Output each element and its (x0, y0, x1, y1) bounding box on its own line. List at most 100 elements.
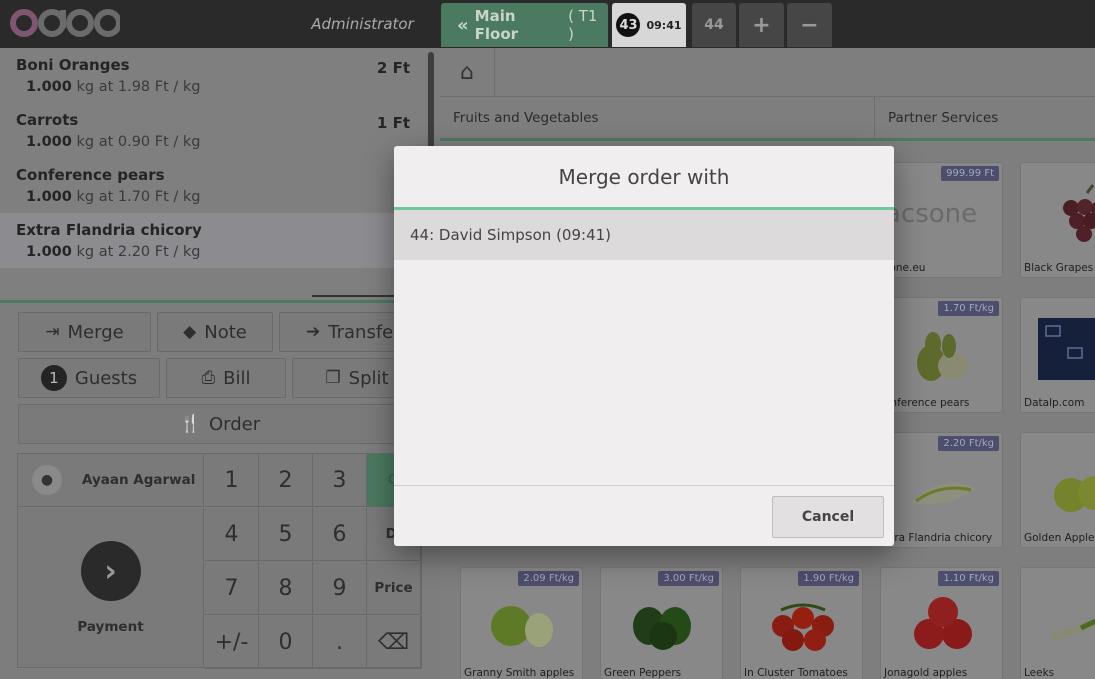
dialog-footer: Cancel (394, 485, 894, 546)
jonagold-image (914, 597, 972, 649)
order-line[interactable]: Boni Oranges 2 Ft 1.000 kg at 1.98 Ft / … (0, 48, 426, 103)
home-icon[interactable]: ⌂ (440, 48, 495, 96)
cashier-name[interactable]: Administrator (300, 15, 425, 33)
acsone-logo: acsone (885, 199, 978, 229)
product-datalp[interactable]: Datalp.com (1020, 297, 1095, 413)
pears-image (917, 332, 968, 381)
product-flandria-chicory[interactable]: 2.20 Ft/kg xtra Flandria chicory (880, 432, 1003, 548)
product-name: xtra Flandria chicory (884, 532, 993, 544)
order-tab-44[interactable]: 44 (692, 3, 736, 47)
product-name: Jonagold apples (884, 667, 968, 679)
order-tab-43[interactable]: 43 09:41 (612, 3, 686, 47)
payment-button[interactable]: › Payment (18, 508, 204, 668)
floor-name: Main Floor (474, 7, 519, 43)
numpad-key-1[interactable]: 1 (205, 454, 259, 507)
remove-order-button[interactable]: − (787, 3, 832, 47)
merge-label: Merge (67, 321, 124, 343)
add-order-button[interactable]: + (739, 3, 784, 47)
product-conference-pears[interactable]: 1.70 Ft/kg onference pears (880, 297, 1003, 413)
note-label: Note (204, 321, 247, 343)
price-tag: 2.20 Ft/kg (938, 436, 999, 451)
price-tag: 999.99 Ft (941, 166, 999, 181)
price-tag: 1.10 Ft/kg (938, 571, 999, 586)
transfer-label: Transfer (328, 321, 401, 343)
numpad-key-2[interactable]: 2 (259, 454, 313, 507)
double-chevron-left-icon: « (457, 14, 469, 36)
numpad-key-3[interactable]: 3 (313, 454, 367, 507)
order-line-name: Extra Flandria chicory (16, 221, 202, 239)
numpad-key-7[interactable]: 7 (205, 562, 259, 615)
order-line-info: 1.000 kg at 1.98 Ft / kg (16, 79, 410, 95)
order-line-qty: 1.000 (26, 134, 72, 150)
backspace-icon[interactable]: ⌫ (367, 616, 421, 669)
product-jonagold[interactable]: 1.10 Ft/kg Jonagold apples (880, 567, 1003, 679)
guests-label: Guests (74, 367, 138, 389)
order-line-selected[interactable]: Extra Flandria chicory 2 1.000 kg at 2.2… (0, 213, 426, 268)
product-black-grapes[interactable]: 4. Black Grapes (1020, 162, 1095, 278)
order-line[interactable]: Conference pears 2 1.000 kg at 1.70 Ft /… (0, 158, 426, 213)
user-icon: ● (32, 465, 62, 495)
product-cluster-tomatoes[interactable]: 1.90 Ft/kg In Cluster Tomatoes (740, 567, 863, 679)
product-name: Datalp.com (1024, 397, 1085, 409)
copy-icon: ❐ (325, 368, 341, 388)
order-line-unit-price: kg at 0.90 Ft / kg (76, 134, 201, 150)
order-list-divider (0, 300, 440, 303)
product-acsone[interactable]: 999.99 Ft acsone sone.eu (880, 162, 1003, 278)
green-peppers-image (633, 607, 691, 650)
merge-order-dialog: Merge order with 44: David Simpson (09:4… (394, 146, 894, 546)
top-bar: Administrator « Main Floor ( T1 ) 43 09:… (0, 0, 1095, 48)
order-line[interactable]: Carrots 1 Ft 1.000 kg at 0.90 Ft / kg (0, 103, 426, 158)
order-time: 09:41 (646, 18, 682, 32)
category-partner-services[interactable]: Partner Services (875, 97, 1095, 139)
guests-button[interactable]: 1 Guests (18, 358, 160, 398)
note-button[interactable]: ◆ Note (157, 312, 273, 352)
numpad-key-9[interactable]: 9 (313, 562, 367, 615)
summary-divider (312, 295, 396, 297)
product-name: Granny Smith apples (464, 667, 575, 679)
merge-button[interactable]: ⇥ Merge (18, 312, 151, 352)
merge-arrow-icon: ⇥ (45, 322, 60, 342)
price-tag: 2.09 Ft/kg (518, 571, 579, 586)
numpad-area: ● Ayaan Agarwal › Payment 1 2 3 Q 4 5 6 … (17, 453, 422, 669)
category-fruits-vegetables[interactable]: Fruits and Vegetables (440, 97, 875, 139)
bill-button[interactable]: ⎙ Bill (166, 358, 286, 398)
dialog-title: Merge order with (394, 146, 894, 210)
tomatoes-image (772, 603, 834, 651)
order-button[interactable]: 🍴 Order (18, 404, 422, 444)
numpad-key-5[interactable]: 5 (259, 508, 313, 561)
product-golden-apples[interactable]: 1. Golden Apples (1020, 432, 1095, 548)
back-to-floor-button[interactable]: « Main Floor ( T1 ) (441, 3, 608, 47)
leeks-image (1049, 618, 1095, 642)
order-line-qty: 1.000 (26, 189, 72, 205)
numpad-key-8[interactable]: 8 (259, 562, 313, 615)
order-line-name: Conference pears (16, 166, 165, 184)
customer-button[interactable]: ● Ayaan Agarwal (18, 454, 204, 507)
price-tag: 1.70 Ft/kg (938, 301, 999, 316)
table-name: ( T1 ) (568, 7, 598, 43)
product-name: Leeks (1024, 667, 1055, 679)
merge-option-item[interactable]: 44: David Simpson (09:41) (394, 210, 894, 260)
order-line-name: Boni Oranges (16, 56, 130, 74)
customer-name: Ayaan Agarwal (82, 472, 196, 488)
price-mode-button[interactable]: Price (367, 562, 421, 615)
numpad-key-0[interactable]: 0 (259, 616, 313, 669)
category-bar: Fruits and Vegetables Partner Services (440, 96, 1095, 141)
numpad-key-6[interactable]: 6 (313, 508, 367, 561)
product-name: Green Peppers (604, 667, 682, 679)
product-green-peppers[interactable]: 3.00 Ft/kg Green Peppers (600, 567, 723, 679)
numpad-key-4[interactable]: 4 (205, 508, 259, 561)
numpad-key-dot[interactable]: . (313, 616, 367, 669)
chevron-right-icon: › (80, 541, 141, 601)
order-line-info: 1.000 kg at 0.90 Ft / kg (16, 134, 410, 150)
odoo-logo (8, 6, 122, 40)
split-label: Split (348, 367, 389, 389)
product-leeks[interactable]: 2. Leeks (1020, 567, 1095, 679)
order-line-info: 1.000 kg at 2.20 Ft / kg (16, 244, 410, 260)
numpad-key-sign[interactable]: +/- (205, 616, 259, 669)
black-grapes-image (1063, 184, 1095, 242)
tag-icon: ◆ (183, 322, 197, 342)
product-granny-smith[interactable]: 2.09 Ft/kg Granny Smith apples (460, 567, 583, 679)
order-number: 43 (616, 13, 641, 37)
product-name: Golden Apples (1024, 532, 1095, 544)
cancel-button[interactable]: Cancel (772, 496, 884, 538)
